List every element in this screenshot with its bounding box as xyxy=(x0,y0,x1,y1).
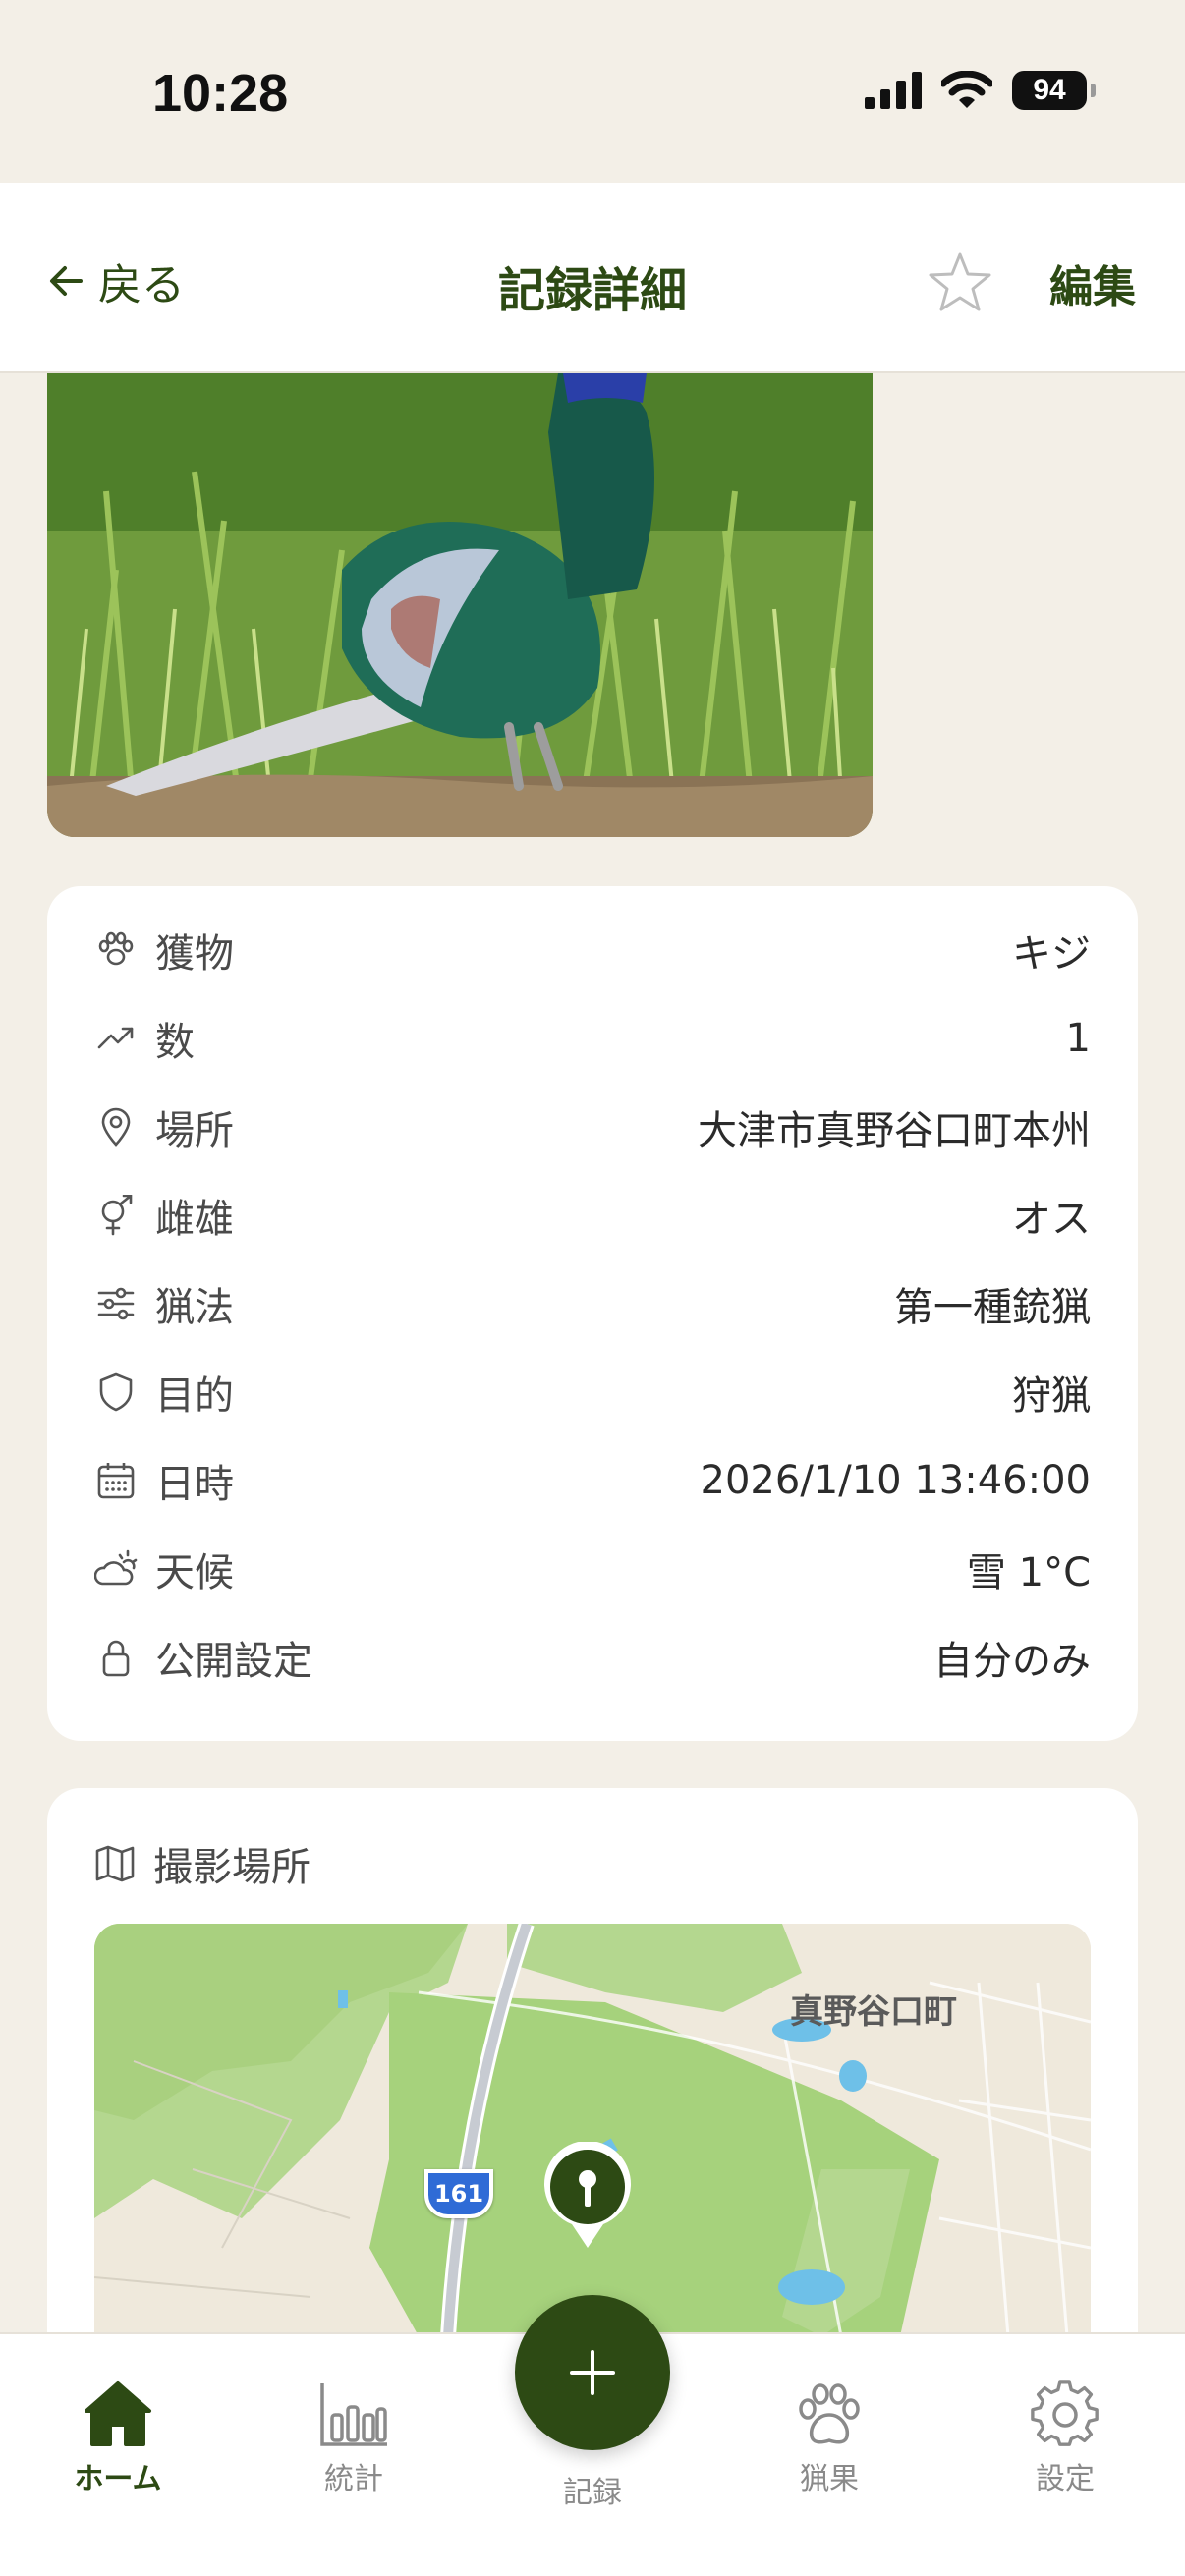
detail-value: 狩猟 xyxy=(1012,1373,1091,1419)
tab-settings[interactable]: 設定 xyxy=(987,2380,1144,2497)
shield-icon xyxy=(94,1371,138,1414)
detail-value: 大津市真野谷口町本州 xyxy=(698,1108,1091,1153)
map-place-label: 真野谷口町 xyxy=(790,1992,957,2032)
signal-icon xyxy=(865,72,922,109)
detail-row-location: 場所 大津市真野谷口町本州 xyxy=(47,1083,1138,1171)
detail-value: 2026/1/10 13:46:00 xyxy=(700,1458,1091,1503)
home-icon xyxy=(85,2381,151,2446)
add-record-button[interactable] xyxy=(515,2295,670,2450)
add-record-label: 記録 xyxy=(563,2476,622,2510)
wifi-icon xyxy=(941,71,992,108)
bar-chart-icon xyxy=(320,2383,387,2446)
tab-home[interactable]: ホーム xyxy=(39,2380,197,2497)
detail-row-prey: 獲物 キジ xyxy=(47,906,1138,994)
page-title: 記録詳細 xyxy=(497,263,687,318)
detail-row-purpose: 目的 狩猟 xyxy=(47,1348,1138,1436)
nav-header: 戻る 記録詳細 編集 xyxy=(0,183,1185,373)
detail-label: 場所 xyxy=(155,1108,234,1153)
detail-label: 数 xyxy=(155,1020,195,1065)
detail-value: 1 xyxy=(1065,1016,1091,1061)
detail-label: 猟法 xyxy=(155,1285,234,1330)
map-title-label: 撮影場所 xyxy=(153,1845,310,1890)
detail-value: 第一種銃猟 xyxy=(894,1285,1091,1330)
edit-button[interactable]: 編集 xyxy=(1049,252,1136,314)
map-pin-marker-icon xyxy=(544,2141,631,2248)
lock-icon xyxy=(94,1636,138,1679)
detail-label: 天候 xyxy=(155,1550,234,1596)
favorite-button[interactable] xyxy=(928,252,992,316)
detail-value: 自分のみ xyxy=(933,1639,1091,1684)
map-section-title: 撮影場所 xyxy=(94,1835,310,1892)
detail-label: 獲物 xyxy=(155,931,234,977)
detail-row-count: 数 1 xyxy=(47,994,1138,1083)
catch-photo[interactable] xyxy=(47,373,873,837)
detail-row-visibility: 公開設定 自分のみ xyxy=(47,1613,1138,1702)
gender-icon xyxy=(94,1194,138,1237)
status-time: 10:28 xyxy=(152,64,289,123)
battery-level: 94 xyxy=(1033,74,1066,106)
gear-icon xyxy=(1031,2380,1099,2446)
detail-row-weather: 天候 雪 1°C xyxy=(47,1525,1138,1613)
pheasant-photo xyxy=(47,373,873,837)
detail-label: 雌雄 xyxy=(155,1197,234,1242)
trend-up-icon xyxy=(94,1017,138,1060)
map-icon xyxy=(95,1845,135,1882)
detail-value: 雪 1°C xyxy=(966,1550,1091,1596)
calendar-icon xyxy=(94,1459,138,1502)
location-pin[interactable] xyxy=(542,2141,633,2250)
route-shield: 161 xyxy=(424,2169,493,2218)
star-icon xyxy=(929,252,991,311)
tab-label: 猟果 xyxy=(800,2462,859,2496)
detail-row-datetime: 日時 2026/1/10 13:46:00 xyxy=(47,1436,1138,1525)
detail-label: 目的 xyxy=(155,1373,234,1419)
detail-value: キジ xyxy=(1012,931,1091,977)
route-number: 161 xyxy=(433,2180,484,2208)
detail-label: 公開設定 xyxy=(155,1639,312,1684)
detail-card: 獲物 キジ 数 1 場所 大津市真野谷口町本州 雌雄 オス 猟法 第一種銃猟 目… xyxy=(47,886,1138,1741)
detail-label: 日時 xyxy=(155,1462,234,1507)
detail-row-method: 猟法 第一種銃猟 xyxy=(47,1260,1138,1348)
plus-icon xyxy=(570,2350,615,2395)
map-pin-icon xyxy=(94,1105,138,1148)
battery-indicator: 94 xyxy=(1012,71,1096,110)
status-bar: 10:28 94 xyxy=(0,0,1185,183)
paw-icon xyxy=(799,2383,860,2444)
paw-icon xyxy=(94,928,138,972)
status-icons: 94 xyxy=(865,71,1096,110)
tab-label: ホーム xyxy=(74,2462,162,2496)
tab-catches[interactable]: 猟果 xyxy=(751,2380,908,2497)
detail-row-sex: 雌雄 オス xyxy=(47,1171,1138,1260)
location-map[interactable]: 真野谷口町 161 xyxy=(94,1924,1091,2336)
tab-stats[interactable]: 統計 xyxy=(275,2380,432,2497)
tab-label: 設定 xyxy=(1036,2462,1095,2496)
tab-label: 統計 xyxy=(324,2462,383,2496)
sliders-icon xyxy=(94,1282,138,1325)
detail-value: オス xyxy=(1012,1197,1091,1242)
weather-icon xyxy=(94,1547,138,1591)
